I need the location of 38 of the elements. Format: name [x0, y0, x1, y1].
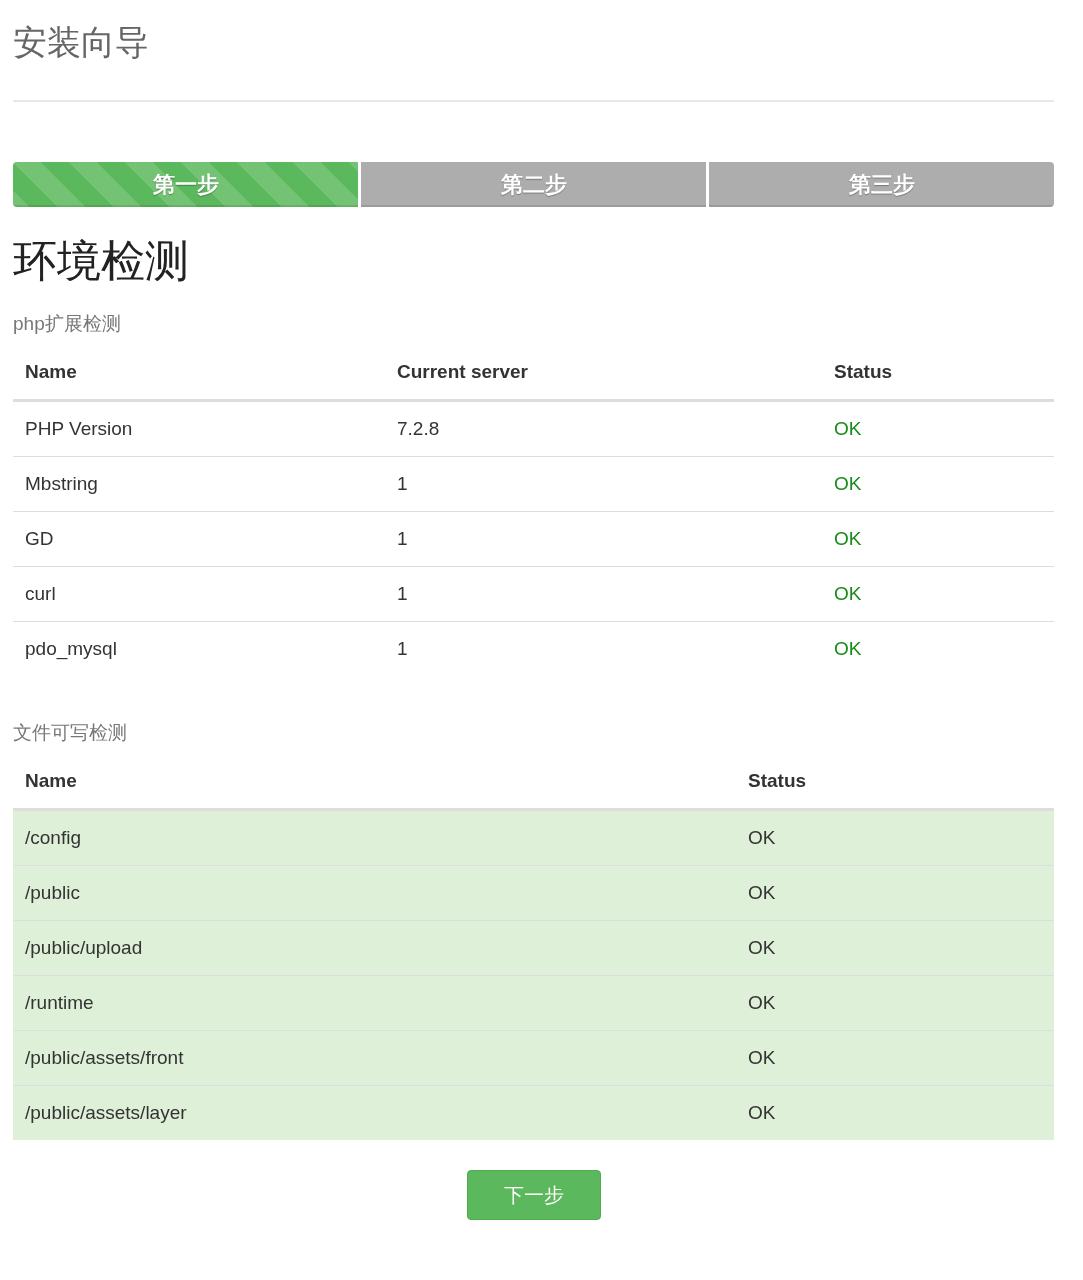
section-heading: 环境检测 [13, 235, 190, 287]
page-title: 安装向导 [13, 22, 150, 63]
table-cell: /config [13, 809, 736, 866]
status-cell: OK [822, 621, 1054, 676]
table-cell: 1 [385, 621, 822, 676]
table-cell: /public [13, 865, 736, 921]
next-button[interactable]: 下一步 [466, 1170, 601, 1220]
step-tab[interactable]: 第二步 [361, 162, 706, 207]
table-cell: /runtime [13, 975, 736, 1031]
status-cell: OK [822, 566, 1054, 622]
step-tab[interactable]: 第一步 [13, 162, 358, 207]
table-caption: php扩展检测 [13, 312, 122, 336]
table-cell: pdo_mysql [13, 621, 385, 676]
status-cell: OK [822, 511, 1054, 567]
table-cell: 1 [385, 456, 822, 512]
step-tab[interactable]: 第三步 [709, 162, 1054, 207]
table-caption: 文件可写检测 [13, 721, 128, 745]
table-cell: OK [736, 1085, 1054, 1140]
table-cell: PHP Version [13, 400, 385, 457]
column-header: Current server [385, 345, 822, 401]
table-cell: OK [736, 975, 1054, 1031]
table-cell: 7.2.8 [385, 400, 822, 457]
table-cell: /public/assets/front [13, 1030, 736, 1086]
column-header: Name [13, 345, 385, 401]
status-cell: OK [822, 400, 1054, 457]
table-cell: 1 [385, 511, 822, 567]
table-cell: OK [736, 809, 1054, 866]
column-header: Status [822, 345, 1054, 401]
table-cell: OK [736, 920, 1054, 976]
table-cell: OK [736, 865, 1054, 921]
table-cell: /public/upload [13, 920, 736, 976]
status-cell: OK [822, 456, 1054, 512]
table-cell: Mbstring [13, 456, 385, 512]
table-cell: /public/assets/layer [13, 1085, 736, 1140]
table-cell: OK [736, 1030, 1054, 1086]
table-cell: GD [13, 511, 385, 567]
table-cell: 1 [385, 566, 822, 622]
table-cell: curl [13, 566, 385, 622]
